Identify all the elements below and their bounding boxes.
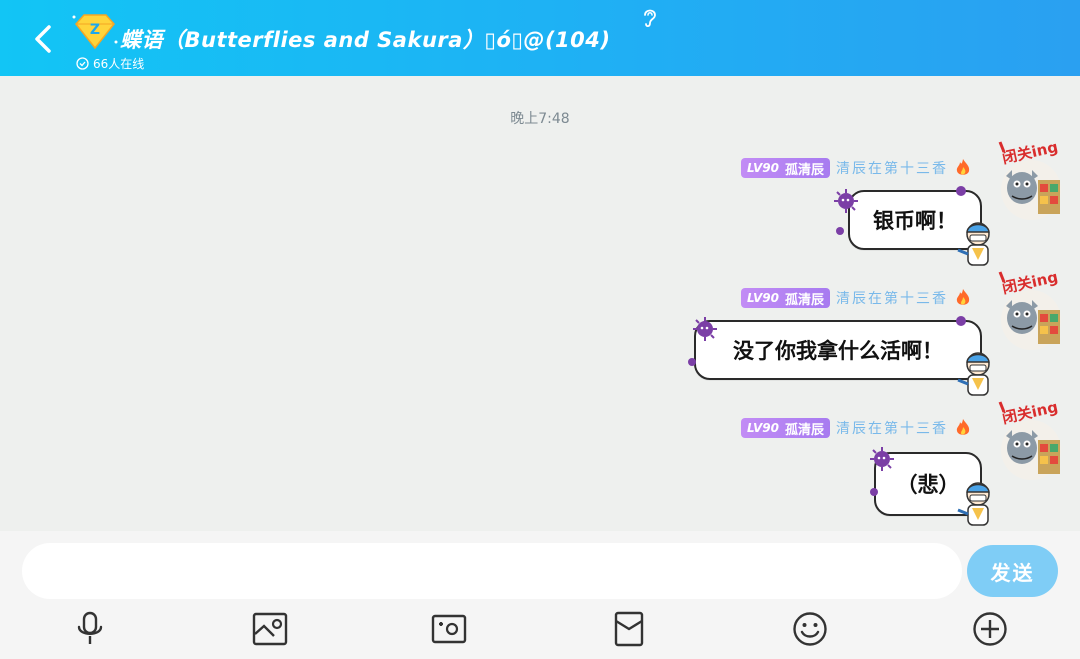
ear-mode-icon[interactable] — [640, 6, 660, 30]
send-button[interactable]: 发送 — [967, 545, 1058, 597]
emoji-button[interactable] — [790, 609, 830, 649]
camera-icon — [431, 614, 467, 644]
online-count-label: 66人在线 — [93, 57, 145, 71]
red-packet-icon — [614, 611, 644, 647]
sender-info: LV90 孤清辰 清辰在第十三香 — [741, 158, 972, 178]
fire-icon — [956, 419, 970, 435]
chat-header: Z 蝶语（Butterflies and Sakura）▯ó▯@(104) 66… — [0, 0, 1080, 76]
chevron-left-icon — [35, 25, 51, 53]
title-tag: 孤清辰 — [784, 162, 824, 178]
more-button[interactable] — [970, 609, 1010, 649]
red-packet-button[interactable] — [609, 609, 649, 649]
message-text: （悲） — [896, 473, 960, 497]
title-tag: 孤清辰 — [784, 422, 824, 438]
doctor-sticker-icon — [957, 482, 990, 526]
fire-icon — [956, 159, 970, 175]
sender-info: LV90 孤清辰 清辰在第十三香 — [741, 288, 972, 308]
sender-info: LV90 孤清辰 清辰在第十三香 — [741, 418, 972, 438]
virus-sticker-icon — [870, 447, 894, 471]
message-text: 银币啊！ — [873, 209, 957, 233]
message-text: 没了你我拿什么活啊！ — [733, 339, 943, 363]
level-badge: LV90 孤清辰 — [741, 288, 830, 308]
back-button[interactable] — [26, 20, 60, 58]
virus-dot-icon — [956, 186, 966, 196]
message-bubble[interactable]: 没了你我拿什么活啊！ — [694, 320, 982, 380]
sender-nickname[interactable]: 清辰在第十三香 — [836, 418, 948, 438]
input-toolbar — [0, 609, 1080, 649]
chat-message-list[interactable]: 晚上7:48 LV90 孤清辰 清辰在第十三香 银币啊！ 闭关ing LV90 … — [0, 76, 1080, 531]
sender-avatar[interactable]: 闭关ing — [998, 140, 1064, 222]
level-label: LV90 — [747, 161, 779, 175]
group-level-badge-icon: Z — [72, 14, 118, 50]
virus-sticker-icon — [834, 189, 858, 213]
virus-dot-icon — [956, 316, 966, 326]
message-timestamp: 晚上7:48 — [510, 111, 570, 127]
emoji-icon — [793, 612, 827, 646]
message-item: LV90 孤清辰 清辰在第十三香 没了你我拿什么活啊！ 闭关ing — [0, 270, 1080, 418]
virus-dot-icon — [870, 488, 878, 496]
virus-dot-icon — [688, 358, 696, 366]
camera-button[interactable] — [429, 609, 469, 649]
sender-avatar[interactable]: 闭关ing — [998, 270, 1064, 352]
check-circle-icon — [76, 57, 89, 70]
doctor-sticker-icon — [957, 222, 990, 266]
svg-text:Z: Z — [90, 22, 100, 38]
fire-icon — [956, 289, 970, 305]
group-title[interactable]: 蝶语（Butterflies and Sakura）▯ó▯@(104) — [120, 24, 611, 54]
level-badge: LV90 孤清辰 — [741, 158, 830, 178]
doctor-sticker-icon — [957, 352, 990, 396]
message-item: LV90 孤清辰 清辰在第十三香 银币啊！ 闭关ing — [0, 140, 1080, 288]
level-badge: LV90 孤清辰 — [741, 418, 830, 438]
sender-avatar[interactable]: 闭关ing — [998, 400, 1064, 482]
message-input[interactable] — [22, 543, 962, 599]
microphone-icon — [77, 611, 103, 644]
level-label: LV90 — [747, 291, 779, 305]
image-icon — [252, 612, 288, 646]
plus-icon — [973, 612, 1007, 646]
level-label: LV90 — [747, 421, 779, 435]
online-count: 66人在线 — [76, 55, 144, 72]
sender-nickname[interactable]: 清辰在第十三香 — [836, 158, 948, 178]
sender-nickname[interactable]: 清辰在第十三香 — [836, 288, 948, 308]
virus-sticker-icon — [693, 317, 717, 341]
title-tag: 孤清辰 — [784, 292, 824, 308]
message-item: LV90 孤清辰 清辰在第十三香 （悲） 闭关ing — [0, 400, 1080, 548]
input-panel: 发送 — [0, 531, 1080, 659]
voice-button[interactable] — [70, 609, 110, 649]
virus-dot-icon — [836, 227, 844, 235]
photo-button[interactable] — [250, 609, 290, 649]
